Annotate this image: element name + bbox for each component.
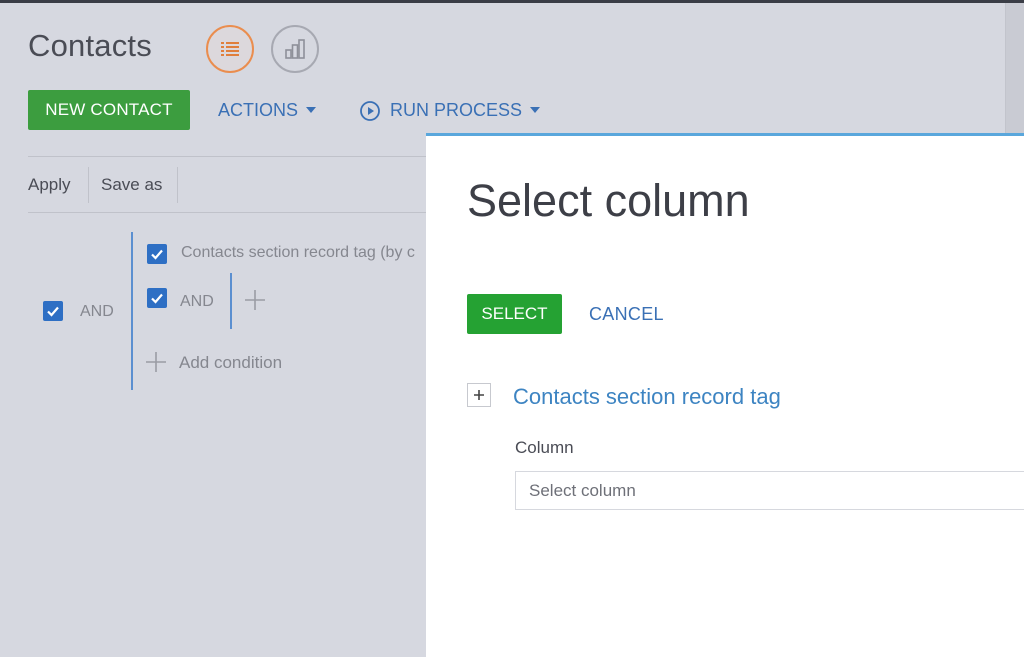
dialog-title: Select column	[467, 175, 750, 226]
actions-label: ACTIONS	[218, 100, 299, 120]
group-bracket	[131, 232, 133, 390]
expand-group-button[interactable]	[467, 383, 491, 407]
plus-icon[interactable]	[244, 289, 266, 311]
chevron-down-icon	[530, 107, 541, 113]
plus-icon[interactable]	[145, 351, 167, 373]
save-as-button[interactable]: Save as	[101, 175, 162, 195]
chevron-down-icon	[306, 107, 317, 113]
play-circle-icon[interactable]	[359, 100, 381, 122]
apply-button[interactable]: Apply	[28, 175, 71, 195]
analytics-view-button[interactable]	[271, 25, 319, 73]
checkmark-icon	[151, 293, 163, 304]
nested-group-operator[interactable]: AND	[180, 293, 214, 311]
page-title: Contacts	[28, 28, 152, 63]
right-panel-edge	[1005, 3, 1024, 133]
run-process-label: RUN PROCESS	[390, 100, 523, 120]
add-condition-link[interactable]: Add condition	[179, 353, 282, 373]
condition-checkbox[interactable]	[147, 244, 167, 264]
select-column-dialog: Select column SELECT CANCEL Contacts sec…	[426, 133, 1024, 657]
column-field-label: Column	[515, 438, 574, 457]
select-button[interactable]: SELECT	[467, 294, 562, 334]
root-group-operator[interactable]: AND	[80, 303, 114, 321]
column-select-input[interactable]	[515, 471, 1024, 510]
list-view-button[interactable]	[206, 25, 254, 73]
bar-chart-icon	[285, 39, 305, 59]
condition-text[interactable]: Contacts section record tag (by c	[181, 244, 426, 262]
plus-icon	[474, 390, 484, 400]
divider	[177, 167, 178, 203]
divider	[28, 212, 426, 213]
cancel-button[interactable]: CANCEL	[589, 304, 664, 325]
group-title[interactable]: Contacts section record tag	[513, 384, 781, 410]
actions-menu-button[interactable]: ACTIONS	[218, 99, 317, 121]
list-icon	[221, 42, 239, 56]
root-group-checkbox[interactable]	[43, 301, 63, 321]
divider	[88, 167, 89, 203]
divider	[28, 156, 426, 157]
new-contact-button[interactable]: NEW CONTACT	[28, 90, 190, 130]
window-top-bar	[0, 0, 1024, 3]
checkmark-icon	[151, 249, 163, 260]
nested-group-checkbox[interactable]	[147, 288, 167, 308]
checkmark-icon	[47, 306, 59, 317]
nested-group-bracket	[230, 273, 232, 329]
run-process-menu-button[interactable]: RUN PROCESS	[390, 99, 541, 121]
